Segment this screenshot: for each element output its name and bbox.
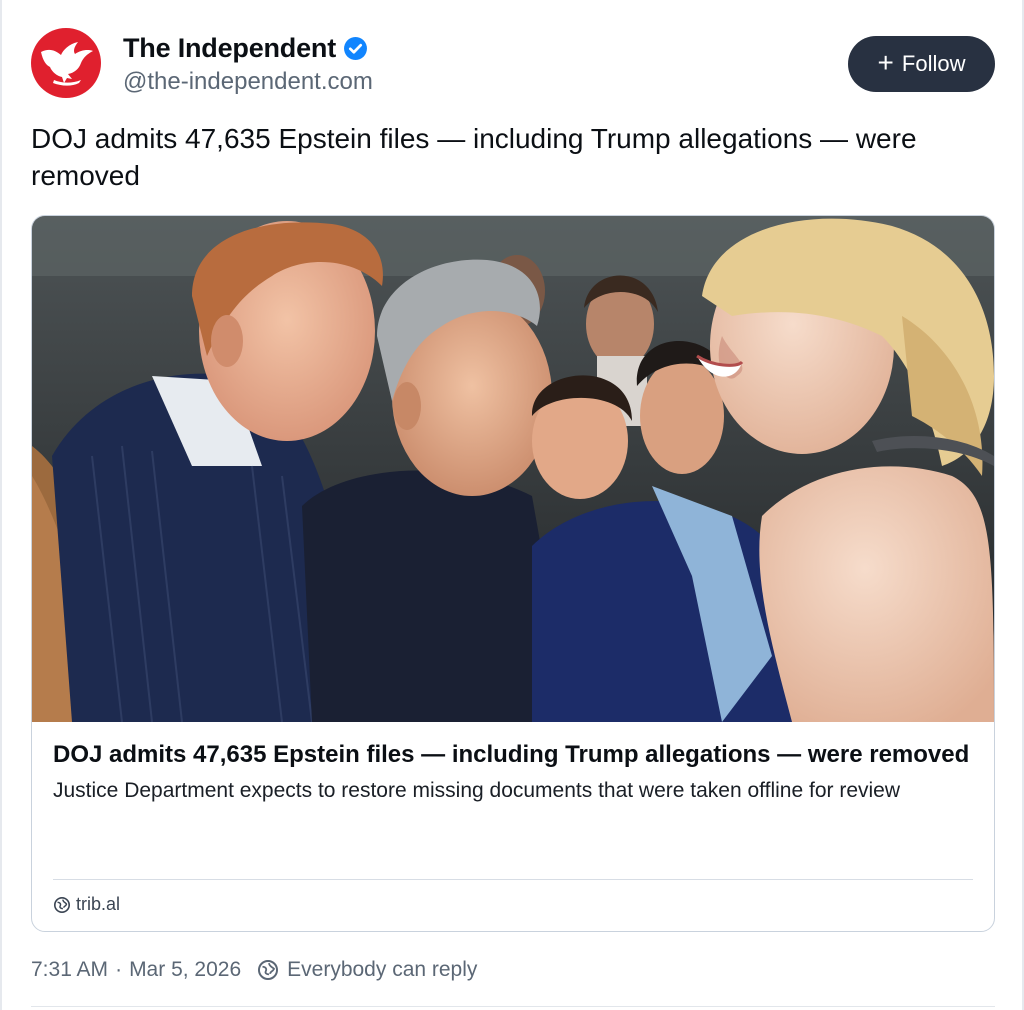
bottom-divider — [31, 1006, 995, 1007]
post-time[interactable]: 7:31 AM — [31, 958, 108, 982]
frame-border-left — [0, 0, 2, 1010]
post-date[interactable]: Mar 5, 2026 — [129, 958, 241, 982]
globe-icon — [53, 896, 71, 913]
author-name-row: The Independent — [123, 30, 368, 66]
post-text: DOJ admits 47,635 Epstein files — includ… — [31, 123, 917, 191]
follow-label: Follow — [901, 51, 966, 76]
plus-icon: + — [877, 47, 894, 78]
link-card-source-label: trib.al — [76, 894, 121, 914]
reply-setting[interactable]: Everybody can reply — [287, 958, 477, 982]
link-card-source[interactable]: trib.al — [53, 894, 120, 915]
follow-button[interactable]: + Follow — [848, 36, 995, 92]
link-card-title[interactable]: DOJ admits 47,635 Epstein files — includ… — [53, 738, 973, 772]
eagle-logo-icon — [41, 42, 93, 86]
meta-separator: · — [115, 958, 123, 981]
link-card-divider — [53, 879, 973, 880]
link-card-description: Justice Department expects to restore mi… — [53, 779, 901, 802]
link-card-image[interactable] — [32, 216, 994, 722]
globe-icon — [258, 959, 279, 981]
link-card-body: DOJ admits 47,635 Epstein files — includ… — [53, 738, 973, 805]
news-photo — [32, 216, 994, 722]
post-meta: 7:31 AM · Mar 5, 2026 Everybody can repl… — [31, 958, 477, 982]
avatar[interactable] — [31, 28, 101, 98]
link-card[interactable]: DOJ admits 47,635 Epstein files — includ… — [31, 215, 995, 932]
verified-badge-icon — [344, 36, 367, 60]
author-name[interactable]: The Independent — [123, 33, 336, 64]
author-handle[interactable]: @the-independent.com — [123, 68, 373, 96]
post-header: The Independent @the-independent.com + F… — [31, 28, 995, 100]
